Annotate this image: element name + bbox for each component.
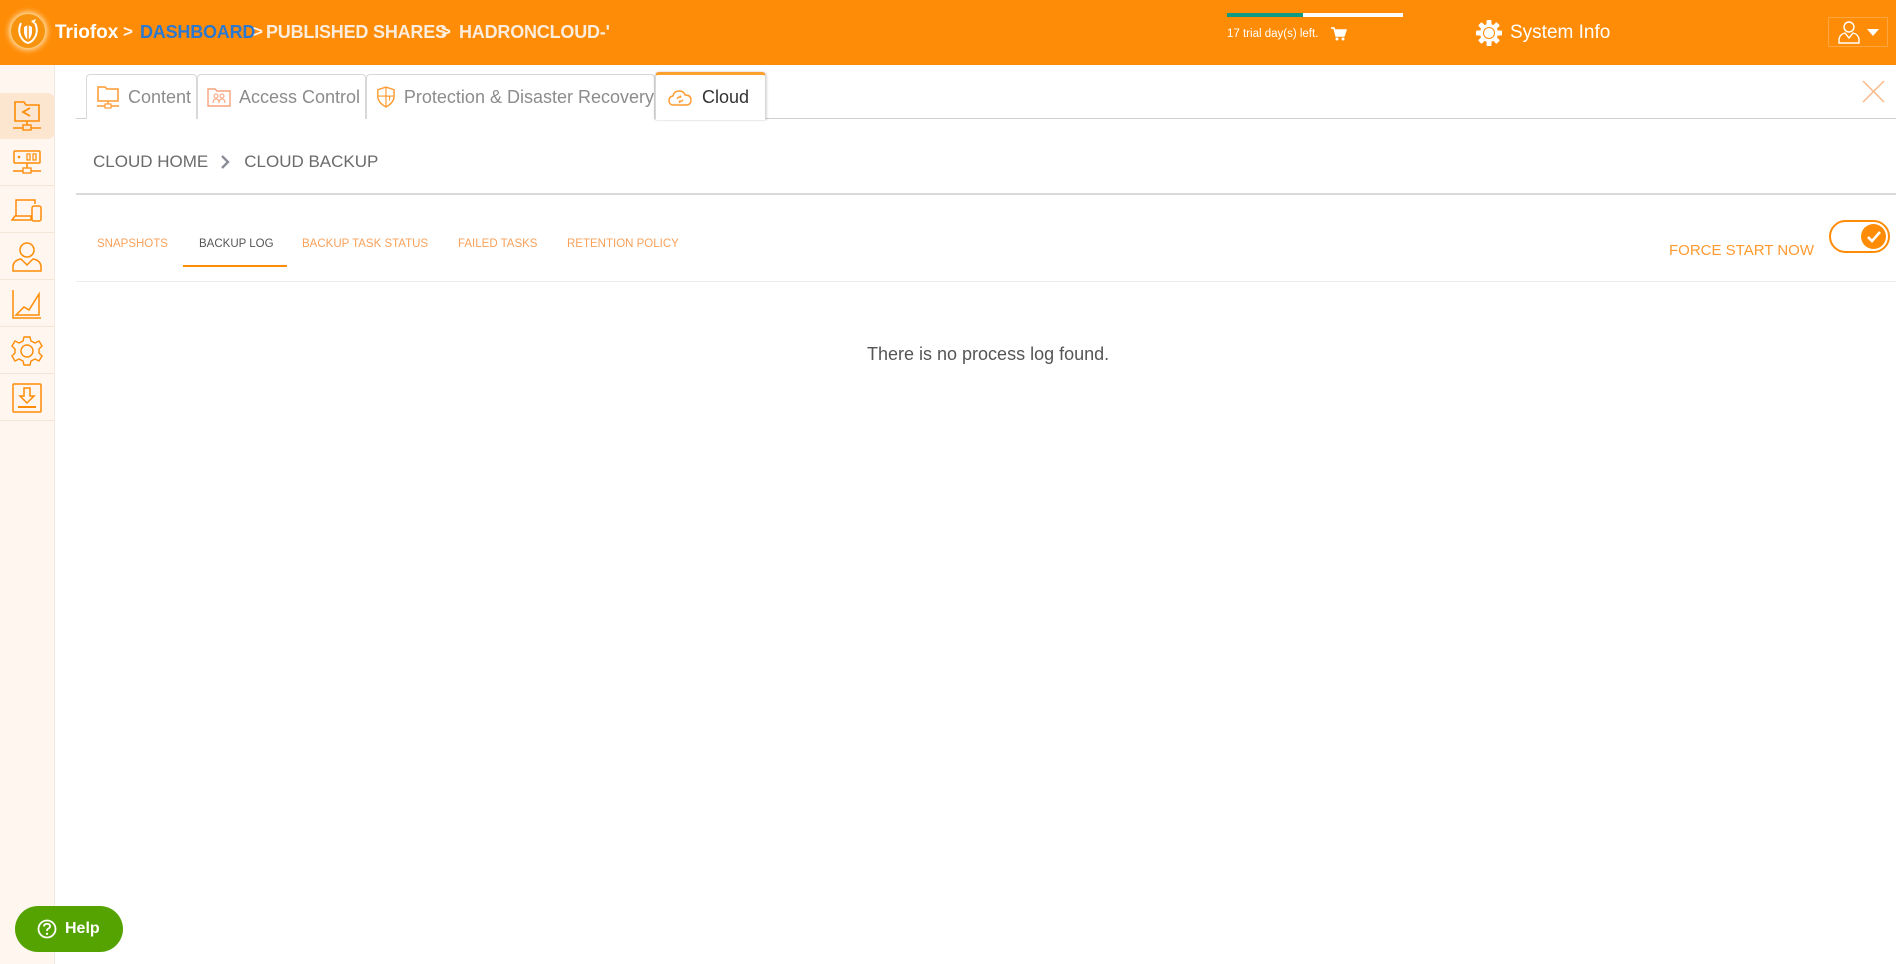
storage-server-icon bbox=[13, 149, 41, 174]
system-info-label: System Info bbox=[1510, 22, 1611, 43]
sidebar-item-downloads[interactable] bbox=[0, 375, 54, 421]
cart-icon[interactable] bbox=[1331, 27, 1347, 41]
checkmark-icon bbox=[1866, 230, 1881, 243]
help-label: Help bbox=[65, 920, 100, 937]
active-subtab-indicator bbox=[183, 265, 287, 267]
top-header: Triofox > DASHBOARD > PUBLISHED SHARES >… bbox=[0, 0, 1896, 65]
tab-cloud-label: Cloud bbox=[702, 87, 750, 107]
trial-progress-bar bbox=[1227, 13, 1403, 17]
user-icon bbox=[12, 241, 42, 272]
sidebar bbox=[0, 65, 55, 964]
subtab-backup-log[interactable]: BACKUP LOG bbox=[199, 238, 274, 250]
sidebar-item-settings[interactable] bbox=[0, 328, 54, 374]
tab-protection-label: Protection & Disaster Recovery bbox=[403, 86, 654, 107]
force-start-toggle[interactable] bbox=[1829, 220, 1890, 253]
breadcrumb-separator: > bbox=[441, 22, 451, 41]
breadcrumb-cloud-home[interactable]: CLOUD HOME bbox=[93, 152, 208, 172]
breadcrumb-dashboard[interactable]: DASHBOARD bbox=[140, 22, 255, 43]
sidebar-item-reports[interactable] bbox=[0, 281, 54, 327]
breadcrumb-published-shares[interactable]: PUBLISHED SHARES bbox=[266, 22, 447, 43]
settings-gear-icon bbox=[11, 335, 43, 366]
access-control-icon bbox=[207, 88, 231, 107]
cloud-breadcrumb: CLOUD HOME CLOUD BACKUP bbox=[93, 152, 378, 172]
user-avatar-icon bbox=[1838, 21, 1860, 44]
trial-days-text: 17 trial day(s) left. bbox=[1227, 28, 1319, 40]
shared-folder-icon bbox=[13, 101, 41, 131]
tab-content[interactable]: Content bbox=[86, 74, 197, 119]
chart-icon bbox=[12, 289, 41, 319]
breadcrumb-separator: > bbox=[123, 22, 133, 41]
tab-protection-disaster-recovery[interactable]: Protection & Disaster Recovery bbox=[366, 74, 655, 119]
subtabs-divider bbox=[76, 281, 1896, 282]
question-circle-icon bbox=[37, 919, 57, 939]
logo-icon bbox=[18, 19, 38, 45]
breadcrumb-cloud-backup: CLOUD BACKUP bbox=[244, 152, 379, 171]
tab-access-control-label: Access Control bbox=[239, 86, 361, 107]
gear-icon bbox=[1476, 20, 1502, 46]
close-icon[interactable] bbox=[1862, 80, 1885, 103]
sidebar-item-devices[interactable] bbox=[0, 187, 54, 233]
subtab-retention-policy[interactable]: RETENTION POLICY bbox=[567, 238, 679, 250]
subtab-snapshots[interactable]: SNAPSHOTS bbox=[97, 238, 168, 250]
chevron-right-icon bbox=[221, 155, 230, 169]
app-name[interactable]: Triofox bbox=[55, 22, 118, 44]
user-menu-button[interactable] bbox=[1828, 17, 1888, 47]
help-button[interactable]: Help bbox=[15, 906, 123, 952]
chevron-down-icon bbox=[1867, 28, 1879, 36]
tab-content-label: Content bbox=[128, 86, 192, 107]
breadcrumb-divider bbox=[76, 193, 1896, 195]
empty-log-message: There is no process log found. bbox=[867, 344, 1110, 364]
shield-icon bbox=[377, 86, 395, 108]
breadcrumb-share-name: HADRONCLOUD-' bbox=[459, 22, 610, 42]
system-info-button[interactable]: System Info bbox=[1475, 18, 1610, 48]
tab-cloud[interactable]: Cloud bbox=[655, 72, 766, 120]
breadcrumb-separator: > bbox=[253, 22, 263, 41]
force-start-now-label[interactable]: FORCE START NOW bbox=[1669, 242, 1814, 259]
tab-access-control[interactable]: Access Control bbox=[197, 74, 366, 119]
sidebar-item-users[interactable] bbox=[0, 234, 54, 280]
triofox-logo[interactable] bbox=[11, 14, 45, 48]
sidebar-item-storage[interactable] bbox=[0, 140, 54, 186]
trial-progress-fill bbox=[1227, 13, 1303, 17]
download-icon bbox=[12, 382, 42, 413]
sidebar-item-shares[interactable] bbox=[0, 93, 54, 139]
toggle-knob bbox=[1861, 224, 1886, 249]
subtab-failed-tasks[interactable]: FAILED TASKS bbox=[458, 238, 537, 250]
devices-icon bbox=[11, 198, 42, 222]
cloud-sync-icon bbox=[668, 89, 692, 106]
content-folder-icon bbox=[97, 86, 119, 109]
subtab-backup-task-status[interactable]: BACKUP TASK STATUS bbox=[302, 238, 428, 250]
